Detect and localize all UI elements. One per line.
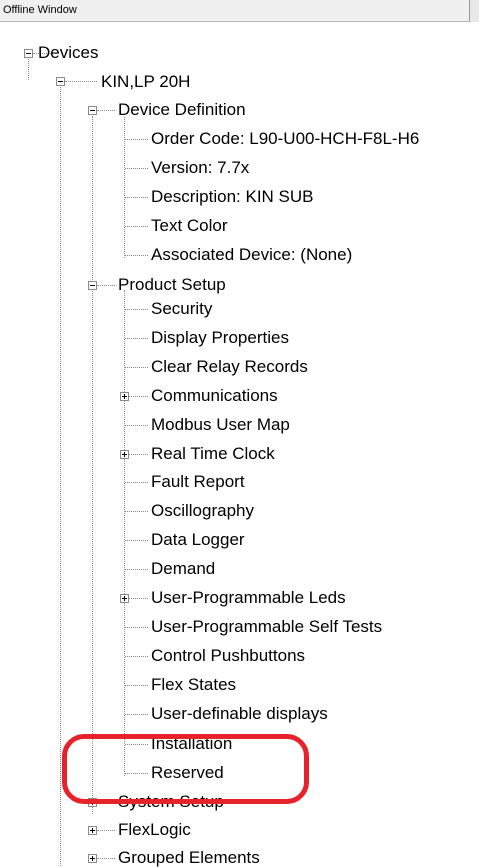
tree-node-device-definition[interactable]: Device Definition <box>118 100 246 120</box>
tree-line <box>125 425 148 426</box>
tree-node-user-programmable-self-tests[interactable]: User-Programmable Self Tests <box>151 617 382 637</box>
window-titlebar: Offline Window <box>0 0 479 22</box>
tree-line <box>125 511 148 512</box>
tree-line <box>125 482 148 483</box>
collapse-device-definition-toggle[interactable] <box>88 106 97 115</box>
tree-line <box>125 569 148 570</box>
tree-line <box>125 656 148 657</box>
tree-line <box>125 168 148 169</box>
collapse-product-setup-toggle[interactable] <box>88 281 97 290</box>
tree-line <box>97 858 115 859</box>
tree-node-order-code[interactable]: Order Code: L90-U00-HCH-F8L-H6 <box>151 129 419 149</box>
expand-communications-toggle[interactable] <box>120 392 129 401</box>
tree-node-user-definable-displays[interactable]: User-definable displays <box>151 704 328 724</box>
tree-line <box>60 84 61 867</box>
tree-node-security[interactable]: Security <box>151 299 212 319</box>
tree-line <box>124 290 125 776</box>
tree-node-devices[interactable]: Devices <box>38 43 98 63</box>
window-edge-handle[interactable] <box>469 0 479 22</box>
expand-real-time-clock-toggle[interactable] <box>120 450 129 459</box>
tree-line <box>129 598 148 599</box>
tree-line <box>92 116 93 814</box>
tree-node-user-programmable-leds[interactable]: User-Programmable Leds <box>151 588 346 608</box>
tree-line <box>97 110 115 111</box>
tree-node-display-properties[interactable]: Display Properties <box>151 328 289 348</box>
tree-line <box>125 540 148 541</box>
tree-line <box>129 396 148 397</box>
tree-node-clear-relay-records[interactable]: Clear Relay Records <box>151 357 308 377</box>
tree-line <box>125 197 148 198</box>
tree-node-associated-device[interactable]: Associated Device: (None) <box>151 245 352 265</box>
tree-node-product-setup[interactable]: Product Setup <box>118 275 226 295</box>
tree-node-version[interactable]: Version: 7.7x <box>151 158 249 178</box>
tree-node-modbus-user-map[interactable]: Modbus User Map <box>151 415 290 435</box>
tree-node-grouped-elements[interactable]: Grouped Elements <box>118 848 260 867</box>
tree-node-fault-report[interactable]: Fault Report <box>151 472 245 492</box>
tree-line <box>125 226 148 227</box>
tree-node-text-color[interactable]: Text Color <box>151 216 228 236</box>
tree-node-data-logger[interactable]: Data Logger <box>151 530 245 550</box>
tree-node-flex-states[interactable]: Flex States <box>151 675 236 695</box>
tree-line <box>129 454 148 455</box>
expand-grouped-elements-toggle[interactable] <box>88 854 97 863</box>
expand-flexlogic-toggle[interactable] <box>88 826 97 835</box>
collapse-devices-toggle[interactable] <box>24 49 33 58</box>
tree-line <box>125 338 148 339</box>
tree-line <box>125 714 148 715</box>
tree-line <box>97 285 115 286</box>
tree-line <box>125 309 148 310</box>
tree-line <box>65 81 97 82</box>
tree-line <box>28 55 29 80</box>
tree-line <box>125 367 148 368</box>
tree-node-real-time-clock[interactable]: Real Time Clock <box>151 444 275 464</box>
window-title: Offline Window <box>3 4 77 16</box>
expand-user-programmable-leds-toggle[interactable] <box>120 594 129 603</box>
red-highlight-annotation <box>62 734 309 804</box>
tree-line <box>125 255 148 256</box>
tree-line <box>125 685 148 686</box>
tree-line <box>125 627 148 628</box>
tree-line <box>97 830 115 831</box>
tree-node-oscillography[interactable]: Oscillography <box>151 501 254 521</box>
tree-node-device[interactable]: KIN,LP 20H <box>101 72 190 92</box>
tree-node-flexlogic[interactable]: FlexLogic <box>118 820 191 840</box>
collapse-device-toggle[interactable] <box>56 77 65 86</box>
tree-node-demand[interactable]: Demand <box>151 559 215 579</box>
tree-line <box>125 139 148 140</box>
tree-node-description[interactable]: Description: KIN SUB <box>151 187 314 207</box>
tree-node-control-pushbuttons[interactable]: Control Pushbuttons <box>151 646 305 666</box>
tree-node-communications[interactable]: Communications <box>151 386 278 406</box>
